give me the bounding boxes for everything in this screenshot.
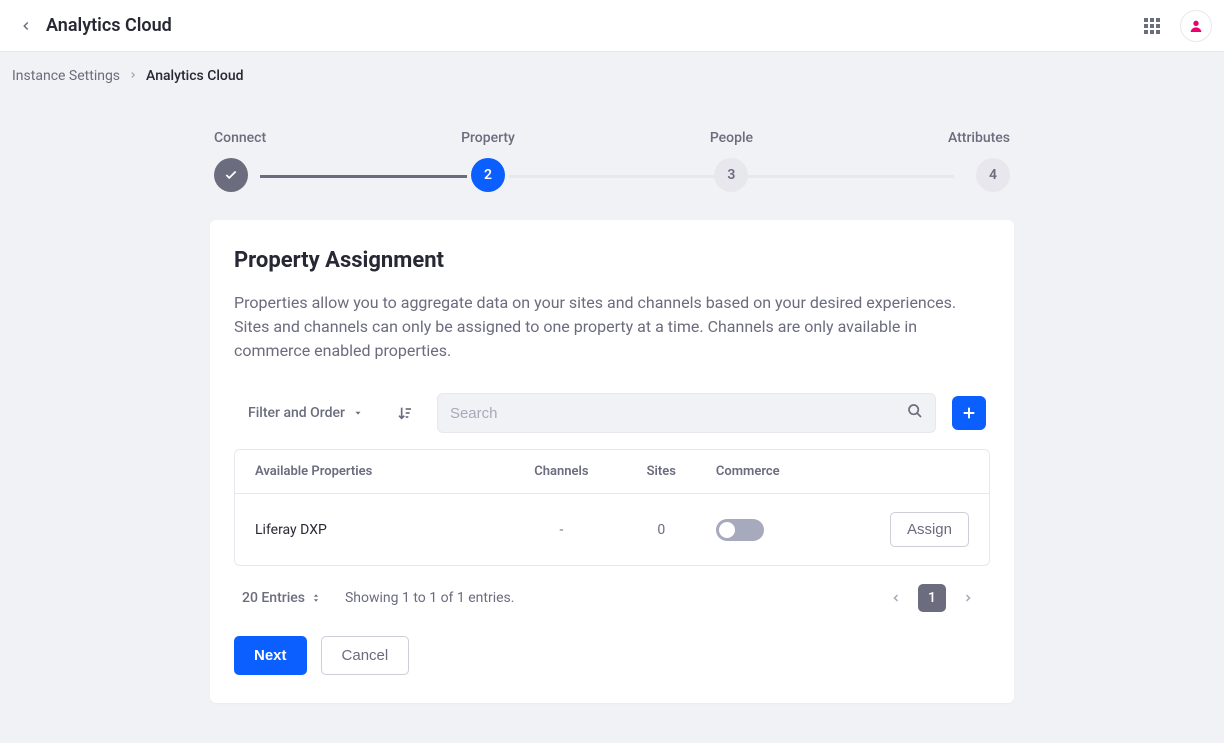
sort-icon [397, 405, 413, 421]
col-header-commerce: Commerce [708, 464, 849, 479]
properties-table: Available Properties Channels Sites Comm… [234, 449, 990, 566]
breadcrumb-parent[interactable]: Instance Settings [12, 68, 120, 84]
toolbar: Filter and Order [234, 393, 990, 433]
wizard-dot [214, 158, 248, 192]
apps-menu-button[interactable] [1136, 10, 1168, 42]
page-title: Analytics Cloud [46, 15, 172, 36]
chevron-left-icon [890, 592, 902, 604]
wizard-step-property[interactable]: Property 2 [461, 130, 515, 192]
back-button[interactable] [12, 12, 40, 40]
table-header: Available Properties Channels Sites Comm… [235, 450, 989, 494]
table-row: Liferay DXP - 0 Assign [235, 494, 989, 565]
wizard-step-label: People [710, 130, 753, 146]
pager: 1 [882, 584, 982, 612]
filter-order-button[interactable]: Filter and Order [238, 399, 373, 427]
pager-page-1[interactable]: 1 [918, 584, 946, 612]
form-actions: Next Cancel [234, 636, 990, 675]
commerce-toggle[interactable] [716, 519, 764, 541]
breadcrumb-current: Analytics Cloud [146, 68, 243, 84]
add-property-button[interactable] [952, 396, 986, 430]
pager-prev[interactable] [882, 584, 910, 612]
showing-text: Showing 1 to 1 of 1 entries. [345, 590, 514, 606]
plus-icon [961, 405, 977, 421]
updown-icon [311, 592, 321, 604]
property-assignment-card: Property Assignment Properties allow you… [210, 220, 1014, 703]
wizard-line [747, 175, 954, 178]
user-icon [1188, 18, 1204, 34]
col-header-channels: Channels [508, 464, 615, 479]
topbar-right [1136, 10, 1212, 42]
card-description: Properties allow you to aggregate data o… [234, 291, 990, 363]
wizard-step-label: Property [461, 130, 515, 146]
search-input[interactable] [450, 405, 907, 422]
entries-selector[interactable]: 20 Entries [242, 590, 321, 606]
wizard-step-connect[interactable]: Connect [214, 130, 266, 192]
pager-next[interactable] [954, 584, 982, 612]
property-name: Liferay DXP [255, 522, 508, 538]
cancel-button[interactable]: Cancel [321, 636, 410, 675]
col-header-name: Available Properties [255, 464, 508, 479]
filter-order-label: Filter and Order [248, 405, 345, 421]
entries-label: 20 Entries [242, 590, 305, 606]
next-button[interactable]: Next [234, 636, 307, 675]
wizard-line [509, 175, 716, 178]
user-avatar[interactable] [1180, 10, 1212, 42]
check-icon [224, 168, 238, 182]
wizard-step-attributes[interactable]: Attributes 4 [948, 130, 1010, 192]
wizard-steps: Connect Property 2 People 3 Attributes 4 [210, 130, 1014, 192]
sort-button[interactable] [389, 397, 421, 429]
assign-button[interactable]: Assign [890, 512, 969, 547]
property-sites: 0 [615, 522, 708, 538]
property-commerce [708, 519, 849, 541]
wizard-dot: 3 [714, 158, 748, 192]
wizard-dot: 4 [976, 158, 1010, 192]
wizard-line [260, 175, 467, 178]
chevron-left-icon [19, 19, 33, 33]
caret-down-icon [353, 408, 363, 418]
topbar: Analytics Cloud [0, 0, 1224, 52]
wizard-step-label: Connect [214, 130, 266, 146]
chevron-right-icon [128, 68, 138, 84]
col-header-action [849, 464, 969, 479]
card-title: Property Assignment [234, 248, 990, 273]
wizard-dot: 2 [471, 158, 505, 192]
chevron-right-icon [962, 592, 974, 604]
breadcrumb: Instance Settings Analytics Cloud [0, 52, 1224, 100]
search-icon [907, 403, 923, 423]
search-field[interactable] [437, 393, 936, 433]
property-channels: - [508, 522, 615, 538]
pagination: 20 Entries Showing 1 to 1 of 1 entries. … [234, 566, 990, 612]
col-header-sites: Sites [615, 464, 708, 479]
wizard-step-people[interactable]: People 3 [710, 130, 753, 192]
wizard-step-label: Attributes [948, 130, 1010, 146]
grid-icon [1144, 18, 1160, 34]
